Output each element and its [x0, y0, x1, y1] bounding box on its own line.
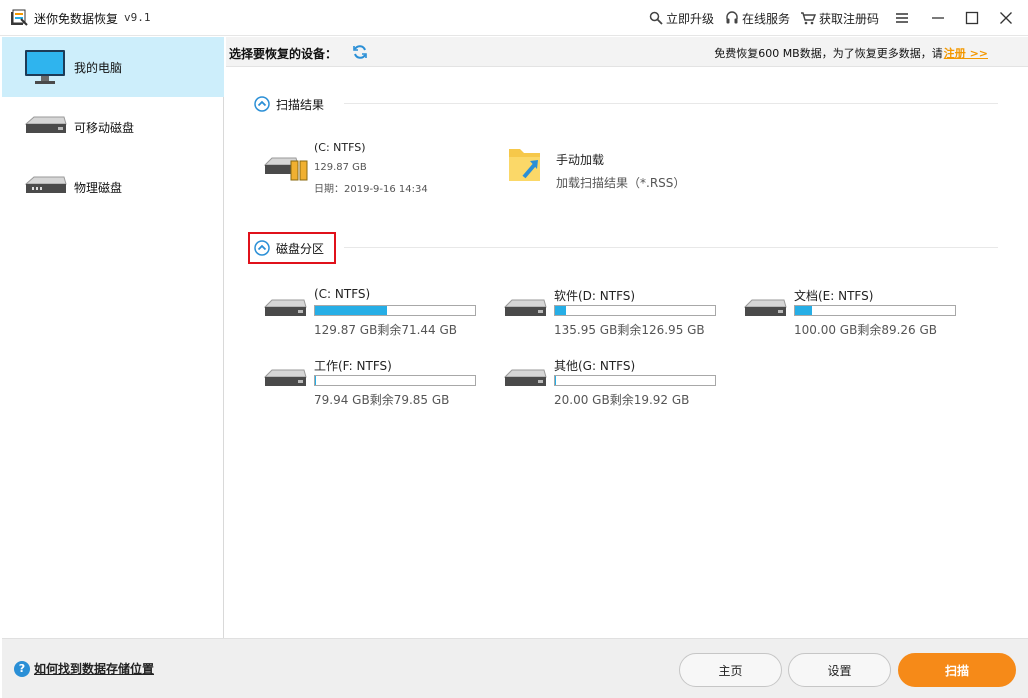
usage-bar-fill — [315, 306, 387, 315]
disk-drive-icon — [743, 297, 788, 326]
partition-size: 129.87 GB剩余71.44 GB — [314, 323, 458, 337]
hamburger-icon — [896, 13, 908, 23]
scan-results-title: 扫描结果 — [276, 97, 325, 112]
collapse-chevron-icon[interactable] — [254, 240, 270, 256]
app-version: v9.1 — [124, 11, 151, 24]
sidebar: 我的电脑 可移动磁盘 物理磁盘 — [2, 37, 224, 638]
monitor-icon — [25, 50, 65, 84]
settings-button[interactable]: 设置 — [788, 653, 891, 687]
usage-bar — [554, 375, 716, 386]
section-divider — [344, 247, 998, 248]
removable-disk-icon — [24, 116, 67, 133]
home-button[interactable]: 主页 — [679, 653, 782, 687]
help-label: 如何找到数据存储位置 — [34, 662, 155, 676]
close-button[interactable] — [992, 4, 1020, 32]
partition-size: 79.94 GB剩余79.85 GB — [314, 393, 450, 407]
physical-disk-icon — [24, 176, 67, 193]
cart-icon — [801, 12, 816, 25]
scan-results-header[interactable]: 扫描结果 — [254, 93, 324, 115]
partition-name: 其他(G: NTFS) — [554, 359, 636, 373]
device-header: 选择要恢复的设备： 免费恢复600 MB数据，为了恢复更多数据，请注册 >> — [226, 37, 1028, 67]
sidebar-item-removable-disk[interactable]: 可移动磁盘 — [2, 97, 224, 157]
usage-bar — [794, 305, 956, 316]
partition-item[interactable]: (C: NTFS) 129.87 GB剩余71.44 GB — [263, 287, 484, 339]
minimize-button[interactable] — [924, 4, 952, 32]
disk-drive-icon — [263, 367, 308, 396]
minimize-icon — [932, 17, 944, 19]
upgrade-label: 立即升级 — [666, 11, 715, 26]
partitions-title: 磁盘分区 — [276, 241, 325, 256]
folder-arrow-icon — [509, 149, 540, 181]
upgrade-link[interactable]: 立即升级 — [649, 9, 714, 27]
partition-name: 工作(F: NTFS) — [314, 359, 392, 373]
promo-message: 免费恢复600 MB数据，为了恢复更多数据，请 — [714, 47, 943, 60]
search-key-icon — [649, 11, 663, 25]
partition-item[interactable]: 其他(G: NTFS) 20.00 GB剩余19.92 GB — [503, 357, 724, 409]
menu-button[interactable] — [888, 4, 916, 32]
partition-name: (C: NTFS) — [314, 287, 371, 301]
sidebar-item-physical-disk[interactable]: 物理磁盘 — [2, 157, 224, 217]
register-link[interactable]: 注册 >> — [944, 47, 988, 60]
disk-with-pause-icon — [264, 157, 308, 181]
maximize-icon — [965, 11, 979, 25]
get-code-link[interactable]: 获取注册码 — [800, 9, 879, 27]
close-icon — [1000, 12, 1012, 24]
disk-drive-icon — [503, 367, 548, 396]
scan-button[interactable]: 扫描 — [898, 653, 1016, 687]
scan-result-size: 129.87 GB — [314, 162, 367, 173]
scan-result-date: 日期：2019-9-16 14:34 — [314, 184, 428, 195]
partition-size: 100.00 GB剩余89.26 GB — [794, 323, 938, 337]
help-icon: ? — [14, 660, 30, 677]
partition-item[interactable]: 工作(F: NTFS) 79.94 GB剩余79.85 GB — [263, 357, 484, 409]
scan-result-name: (C: NTFS) — [314, 141, 366, 154]
select-device-label: 选择要恢复的设备： — [229, 47, 338, 61]
partitions-header[interactable]: 磁盘分区 — [254, 237, 324, 259]
app-logo-icon — [11, 9, 28, 26]
main-panel: 选择要恢复的设备： 免费恢复600 MB数据，为了恢复更多数据，请注册 >> 扫… — [226, 37, 1028, 638]
get-code-label: 获取注册码 — [819, 11, 880, 26]
partition-name: 文档(E: NTFS) — [794, 289, 874, 303]
usage-bar — [314, 375, 476, 386]
refresh-icon[interactable] — [352, 44, 368, 60]
headset-icon — [726, 11, 738, 24]
maximize-button[interactable] — [958, 4, 986, 32]
promo-text: 免费恢复600 MB数据，为了恢复更多数据，请注册 >> — [714, 45, 988, 61]
partition-item[interactable]: 文档(E: NTFS) 100.00 GB剩余89.26 GB — [743, 287, 964, 339]
help-link[interactable]: ? 如何找到数据存储位置 — [14, 660, 154, 677]
usage-bar-fill — [555, 376, 556, 385]
usage-bar — [314, 305, 476, 316]
partition-item[interactable]: 软件(D: NTFS) 135.95 GB剩余126.95 GB — [503, 287, 724, 339]
disk-drive-icon — [503, 297, 548, 326]
footer: ? 如何找到数据存储位置 主页 设置 扫描 — [2, 638, 1028, 698]
title-bar: 迷你免数据恢复 v9.1 立即升级 在线服务 获取注册码 — [0, 0, 1028, 36]
disk-drive-icon — [263, 297, 308, 326]
app-title: 迷你免数据恢复 — [34, 12, 119, 26]
online-service-link[interactable]: 在线服务 — [725, 9, 790, 27]
partition-name: 软件(D: NTFS) — [554, 289, 636, 303]
online-service-label: 在线服务 — [742, 11, 791, 26]
sidebar-item-my-computer[interactable]: 我的电脑 — [2, 37, 224, 97]
usage-bar — [554, 305, 716, 316]
sidebar-item-label: 我的电脑 — [74, 60, 123, 75]
scan-result-item[interactable]: (C: NTFS) 129.87 GB 日期：2019-9-16 14:34 — [264, 141, 454, 197]
partition-size: 20.00 GB剩余19.92 GB — [554, 393, 690, 407]
collapse-chevron-icon[interactable] — [254, 96, 270, 112]
sidebar-item-label: 物理磁盘 — [74, 180, 123, 195]
sidebar-item-label: 可移动磁盘 — [74, 120, 135, 135]
manual-load-title: 手动加载 — [556, 153, 605, 167]
usage-bar-fill — [555, 306, 566, 315]
manual-load-desc: 加载扫描结果（*.RSS） — [556, 176, 686, 190]
usage-bar-fill — [795, 306, 813, 315]
section-divider — [344, 103, 998, 104]
manual-load-item[interactable]: 手动加载 加载扫描结果（*.RSS） — [506, 143, 716, 193]
partition-size: 135.95 GB剩余126.95 GB — [554, 323, 705, 337]
